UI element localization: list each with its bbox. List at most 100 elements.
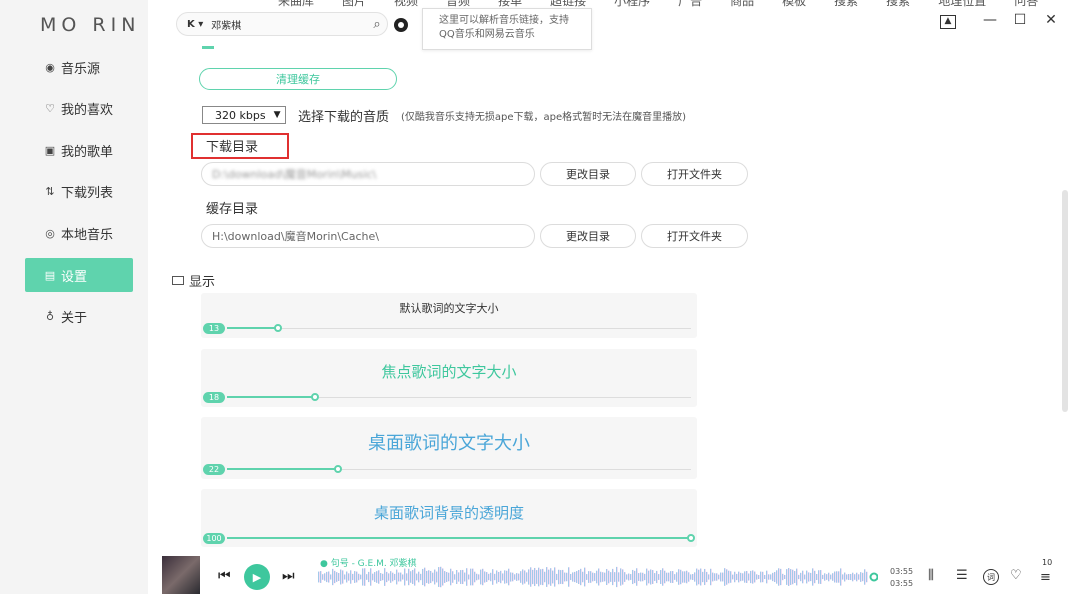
app-logo: MO RIN	[40, 14, 141, 36]
download-dir-field[interactable]: D:\download\魔音Morin\Music\	[201, 162, 535, 186]
waveform-bar	[456, 570, 458, 584]
waveform-bar	[436, 571, 438, 583]
lyrics-button[interactable]: 词	[983, 569, 999, 585]
waveform-bar	[382, 573, 384, 581]
search-icon[interactable]: ⌕	[367, 17, 387, 32]
change-download-dir-button[interactable]: 更改目录	[540, 162, 636, 186]
waveform-bar	[718, 574, 720, 580]
waveform-bar	[328, 571, 330, 583]
parse-link-icon[interactable]	[394, 18, 408, 32]
waveform-bar	[578, 570, 580, 584]
close-icon[interactable]: ✕	[1041, 12, 1061, 28]
sound-effect-icon[interactable]: ⫼	[928, 568, 934, 583]
font-card-desktop-lyrics: 桌面歌词的文字大小 22	[201, 417, 697, 479]
open-cache-folder-button[interactable]: 打开文件夹	[641, 224, 748, 248]
waveform-bar	[396, 569, 398, 585]
overlay-tab[interactable]: 地理位置	[938, 0, 986, 8]
overlay-tab[interactable]: 音频	[446, 0, 470, 8]
slider-knob[interactable]	[274, 324, 283, 332]
overlay-tab[interactable]: 搜索	[886, 0, 910, 8]
overlay-tab[interactable]: 来曲库	[278, 0, 314, 8]
slider-track	[227, 328, 691, 329]
overlay-tab[interactable]: 模板	[782, 0, 806, 8]
waveform-bar	[676, 572, 678, 582]
waveform-bar	[386, 571, 388, 583]
waveform-bar	[820, 570, 822, 584]
minimize-icon[interactable]: —	[980, 12, 1000, 28]
next-icon[interactable]: ⏭	[282, 568, 295, 584]
waveform-bar	[322, 574, 324, 580]
slider-knob[interactable]	[687, 534, 695, 542]
quality-label: 选择下载的音质	[298, 110, 390, 125]
waveform-bar	[480, 569, 482, 585]
waveform-bar	[576, 571, 578, 583]
overlay-tab[interactable]: 图片	[342, 0, 366, 8]
waveform-bar	[372, 573, 374, 581]
waveform-bar	[648, 570, 650, 584]
sidebar-item-about[interactable]: ♁ 关于	[25, 299, 133, 333]
tooltip-line: QQ音乐和网易云音乐	[439, 29, 535, 40]
sidebar-item-settings[interactable]: ▤ 设置	[25, 258, 133, 292]
waveform-bar	[848, 573, 850, 581]
change-cache-dir-button[interactable]: 更改目录	[540, 224, 636, 248]
sidebar-item-playlists[interactable]: ▣ 我的歌单	[25, 133, 133, 167]
download-icon: ⇅	[45, 184, 55, 198]
waveform-bar	[370, 568, 372, 586]
waveform-bar	[574, 571, 576, 583]
waveform-bar	[422, 568, 424, 586]
search-input[interactable]: 邓紫棋	[211, 17, 367, 32]
search-bar[interactable]: K ▾ 邓紫棋 ⌕	[176, 12, 388, 36]
overlay-tab[interactable]: 小程序	[614, 0, 650, 8]
overlay-tab[interactable]: 搜索	[834, 0, 858, 8]
settings-page: 清理缓存 320 kbps ▼ 选择下载的音质 (仅酷我音乐支持无损ape下载，…	[148, 0, 1080, 550]
waveform-bar	[614, 572, 616, 582]
overlay-tab[interactable]: 问答	[1014, 0, 1038, 8]
album-art[interactable]	[162, 556, 200, 594]
waveform-progress[interactable]	[318, 566, 878, 588]
overlay-tab[interactable]: 商品	[730, 0, 754, 8]
overlay-tab[interactable]: 视频	[394, 0, 418, 8]
sidebar-item-downloads[interactable]: ⇅ 下载列表	[25, 174, 133, 208]
heart-icon[interactable]: ♡	[1010, 568, 1022, 583]
cache-dir-field[interactable]: H:\download\魔音Morin\Cache\	[201, 224, 535, 248]
clear-cache-button[interactable]: 清理缓存	[199, 68, 397, 90]
overlay-tab[interactable]: 接单	[498, 0, 522, 8]
waveform-bar	[652, 570, 654, 584]
waveform-bar	[662, 568, 664, 586]
previous-icon[interactable]: ⏮	[218, 568, 231, 584]
waveform-bar	[752, 570, 754, 584]
quality-select[interactable]: 320 kbps ▼	[202, 106, 286, 124]
overlay-tab[interactable]: 广告	[678, 0, 702, 8]
waveform-bar	[390, 571, 392, 583]
waveform-bar	[376, 571, 378, 583]
waveform-bar	[594, 573, 596, 581]
sidebar-item-music-source[interactable]: ◉ 音乐源	[25, 50, 133, 84]
waveform-bar	[730, 571, 732, 583]
mini-mode-icon[interactable]: ▲	[940, 15, 956, 29]
waveform-bar	[762, 571, 764, 583]
waveform-bar	[512, 572, 514, 582]
sidebar-item-local-music[interactable]: ◎ 本地音乐	[25, 216, 133, 250]
sidebar-item-favorites[interactable]: ♡ 我的喜欢	[25, 91, 133, 125]
slider-knob[interactable]	[311, 393, 320, 401]
waveform-bar	[482, 568, 484, 586]
waveform-bar	[754, 571, 756, 583]
waveform-bar	[812, 568, 814, 586]
progress-knob[interactable]	[869, 572, 878, 582]
slider-knob[interactable]	[334, 465, 343, 473]
search-source-select[interactable]: K ▾	[187, 19, 203, 30]
waveform-bar	[350, 570, 352, 584]
play-icon[interactable]: ▶	[244, 564, 270, 590]
overlay-tab[interactable]: 超链接	[550, 0, 586, 8]
waveform-bar	[588, 571, 590, 583]
waveform-bar	[810, 572, 812, 582]
queue-icon[interactable]: ≡	[1040, 570, 1051, 585]
play-mode-icon[interactable]: ☰	[956, 568, 968, 583]
waveform-bar	[504, 570, 506, 584]
open-download-folder-button[interactable]: 打开文件夹	[641, 162, 748, 186]
cache-dir-label: 缓存目录	[206, 202, 259, 217]
content-scrollbar[interactable]	[1062, 190, 1068, 412]
maximize-icon[interactable]: ☐	[1010, 12, 1030, 28]
waveform-bar	[472, 568, 474, 586]
waveform-bar	[552, 570, 554, 584]
